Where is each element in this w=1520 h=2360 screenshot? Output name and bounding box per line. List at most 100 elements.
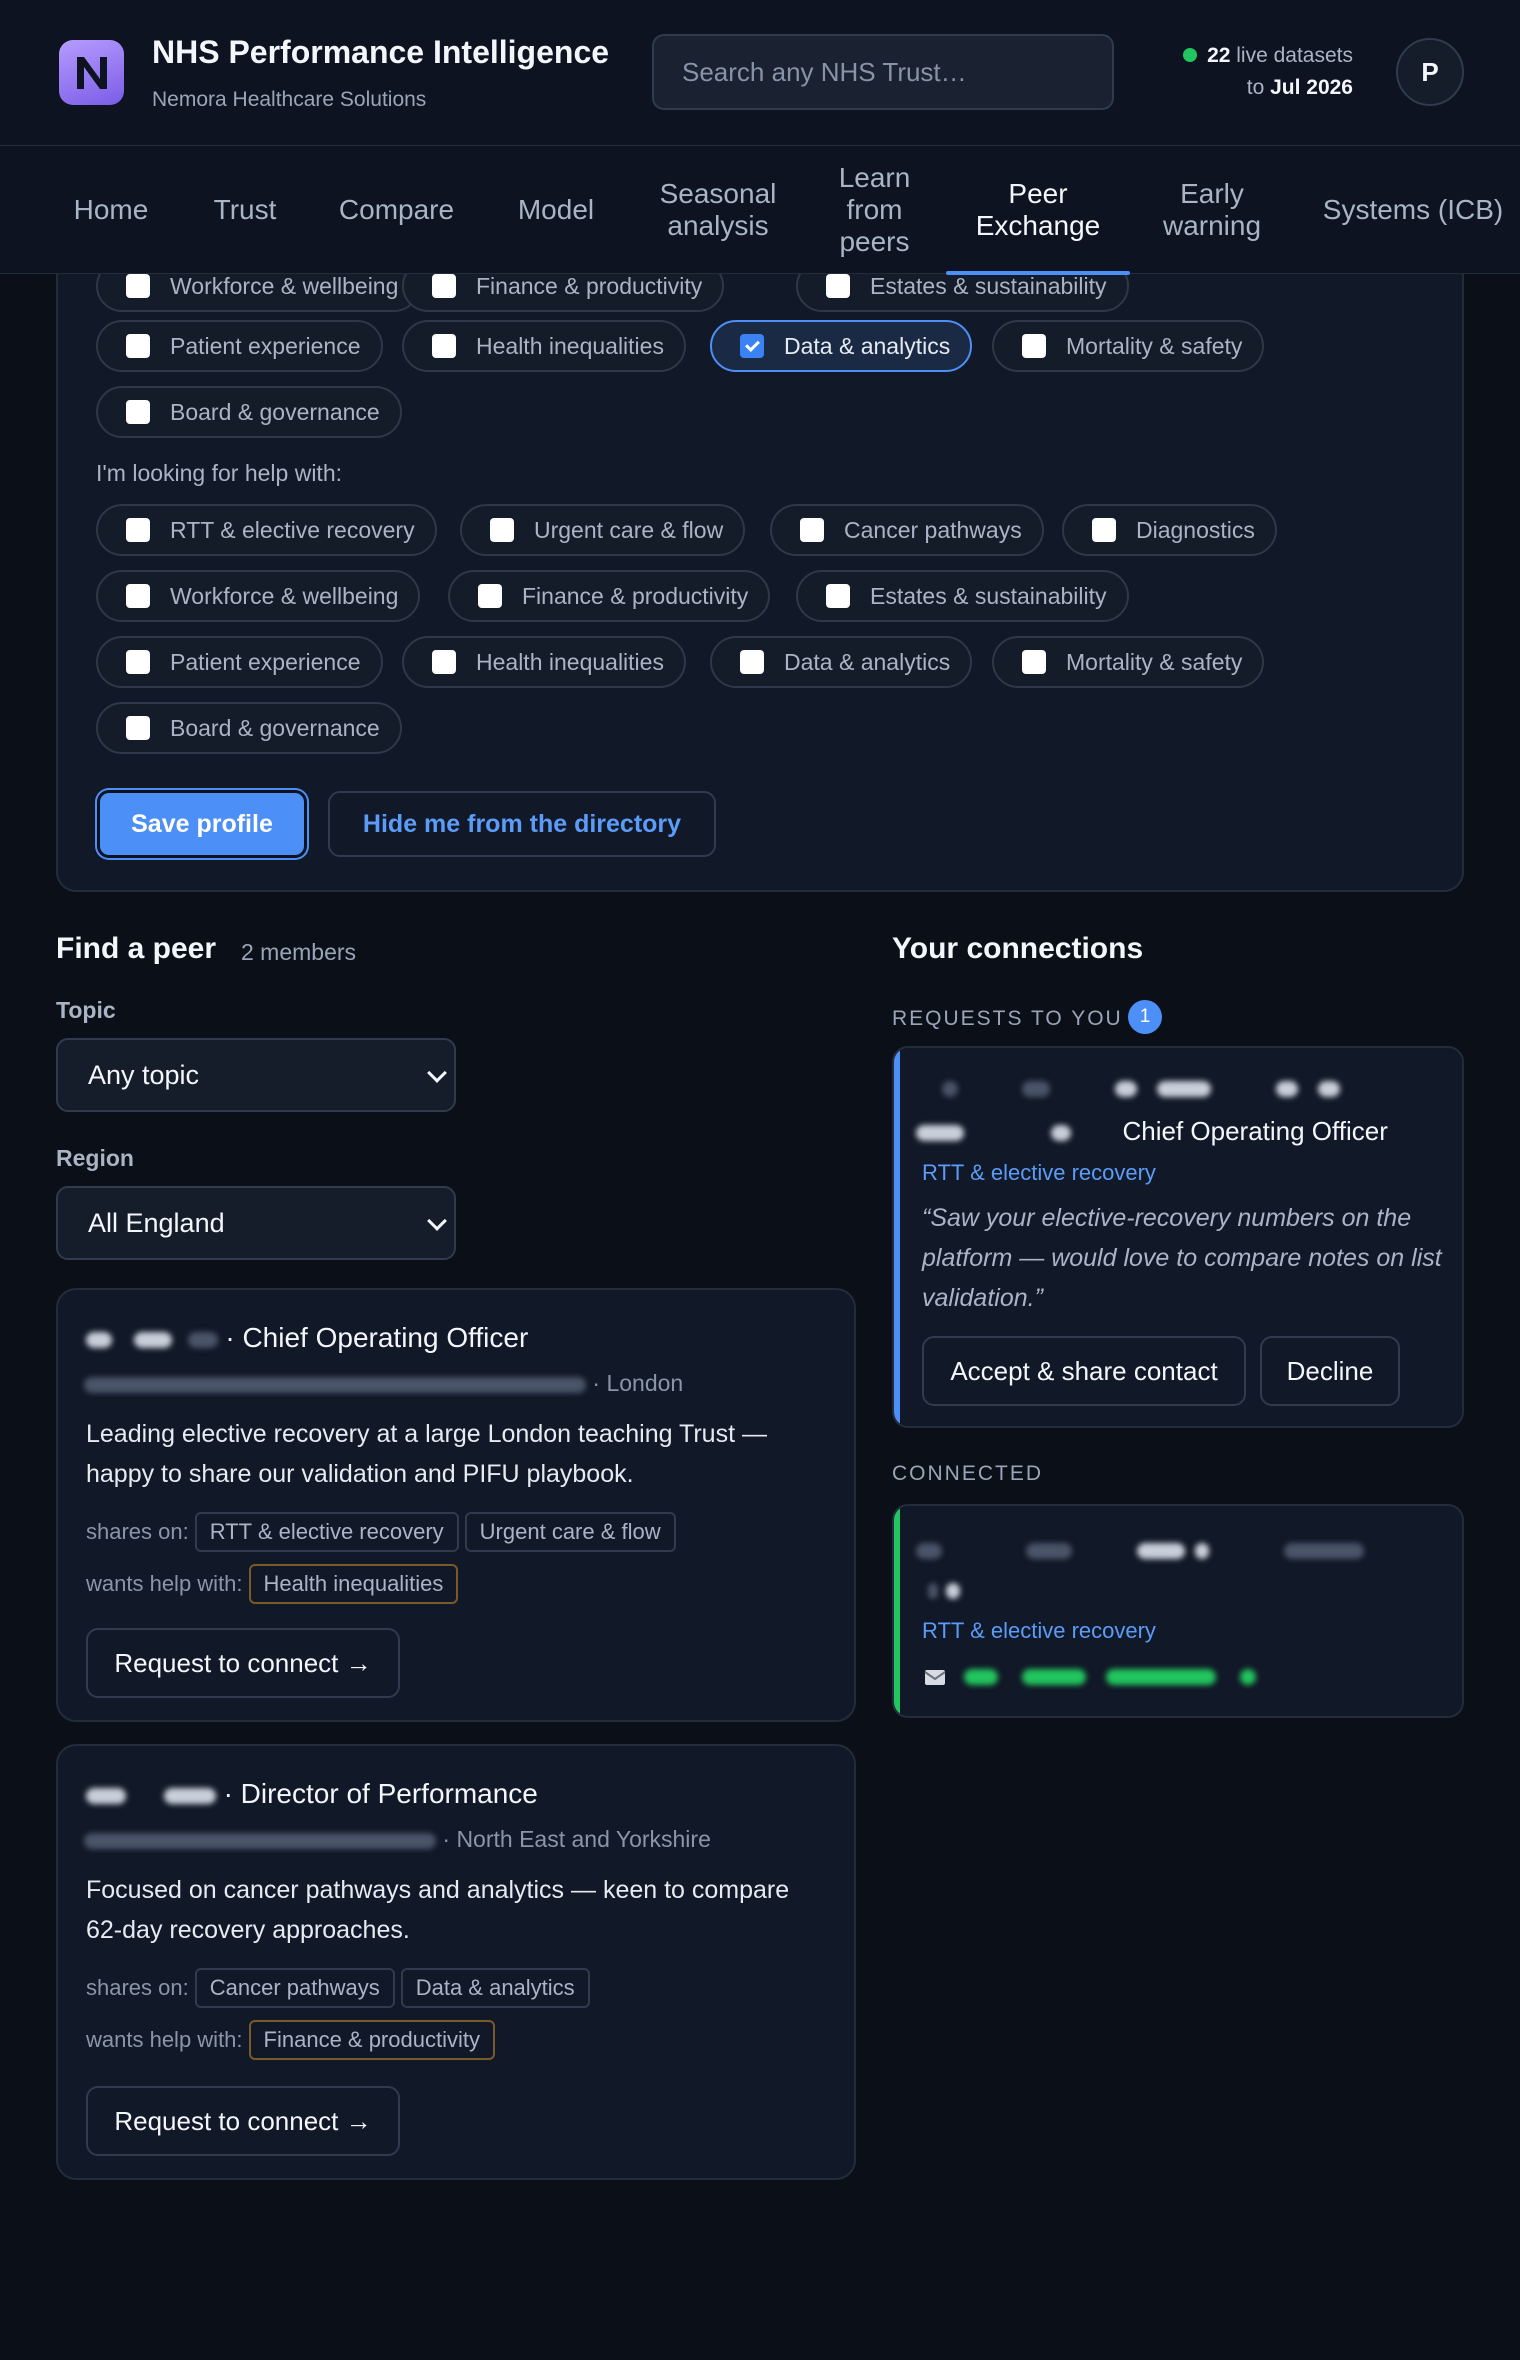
redacted-organisation [84, 1832, 436, 1849]
checkbox[interactable] [126, 274, 150, 298]
peer-profile-form: Workforce & wellbeing Finance & producti… [56, 200, 1464, 892]
checkbox[interactable] [126, 716, 150, 740]
region-filter-label: Region [56, 1145, 134, 1171]
help-topic-rtt-elective[interactable]: RTT & elective recovery [96, 504, 437, 556]
request-topic: RTT & elective recovery [922, 1160, 1156, 1185]
offer-topic-mortality-safety[interactable]: Mortality & safety [992, 320, 1265, 372]
share-tag: RTT & elective recovery [194, 1512, 459, 1552]
offer-topic-patient-experience[interactable]: Patient experience [96, 320, 383, 372]
share-tag: Cancer pathways [194, 1968, 395, 2008]
help-topic-workforce[interactable]: Workforce & wellbeing [96, 570, 421, 622]
region-filter-select[interactable]: All England [56, 1186, 456, 1260]
checkbox[interactable] [432, 274, 456, 298]
redacted-name [86, 1331, 112, 1348]
share-tag: Urgent care & flow [464, 1512, 676, 1552]
tab-seasonal-analysis[interactable]: Seasonal analysis [648, 146, 788, 274]
connection-request-card: Chief Operating Officer RTT & elective r… [892, 1046, 1464, 1428]
request-connect-button[interactable]: Request to connect → [86, 1628, 400, 1698]
user-avatar[interactable]: P [1396, 38, 1464, 106]
peer-card: · Director of Performance · North East a… [56, 1744, 856, 2180]
checkbox[interactable] [432, 334, 456, 358]
checkbox[interactable] [478, 584, 502, 608]
accept-share-contact-button[interactable]: Accept & share contact [922, 1336, 1246, 1406]
checkbox[interactable] [490, 518, 514, 542]
decline-button[interactable]: Decline [1260, 1336, 1400, 1406]
main-nav: Home Trust Compare Model Seasonal analys… [0, 146, 1520, 275]
envelope-icon [924, 1670, 946, 1685]
app-title: NHS Performance Intelligence [152, 34, 610, 70]
find-peer-title: Find a peer [56, 932, 217, 965]
checkbox[interactable] [126, 518, 150, 542]
share-tag: Data & analytics [400, 1968, 590, 2008]
live-datasets-status: 22 live datasets to Jul 2026 [1183, 40, 1353, 104]
tab-home[interactable]: Home [62, 146, 160, 274]
help-topic-patient-experience[interactable]: Patient experience [96, 636, 383, 688]
help-topic-finance[interactable]: Finance & productivity [448, 570, 771, 622]
help-topic-urgent-care[interactable]: Urgent care & flow [460, 504, 746, 556]
redacted-connection-org [928, 1582, 961, 1600]
app-logo[interactable] [59, 40, 124, 105]
peer-wants-row: wants help with: Health inequalities [86, 1564, 459, 1604]
tab-peer-exchange[interactable]: Peer Exchange [946, 146, 1130, 275]
checkbox[interactable] [1022, 650, 1046, 674]
connected-topic: RTT & elective recovery [922, 1618, 1156, 1643]
checkbox[interactable] [432, 650, 456, 674]
redacted-name [187, 1331, 218, 1348]
checkbox[interactable] [126, 400, 150, 424]
save-profile-button[interactable]: Save profile [97, 790, 307, 858]
topic-filter-select[interactable]: Any topic [56, 1038, 456, 1112]
checkbox[interactable] [126, 584, 150, 608]
peer-bio: Leading elective recovery at a large Lon… [86, 1420, 767, 1488]
peer-organisation: · London [84, 1370, 683, 1397]
request-connect-button[interactable]: Request to connect → [86, 2086, 400, 2156]
help-topic-health-inequalities[interactable]: Health inequalities [402, 636, 686, 688]
redacted-name [163, 1787, 216, 1804]
redacted-contact-email[interactable] [964, 1669, 998, 1685]
requester-role: Chief Operating Officer [916, 1116, 1388, 1147]
redacted-connection-name [916, 1542, 1364, 1560]
help-topics-label: I'm looking for help with: [96, 460, 343, 486]
want-tag: Finance & productivity [248, 2020, 495, 2060]
redacted-name [133, 1331, 172, 1348]
peer-organisation: · North East and Yorkshire [84, 1826, 711, 1853]
offer-topic-health-inequalities[interactable]: Health inequalities [402, 320, 686, 372]
tab-model[interactable]: Model [505, 146, 607, 274]
help-topic-diagnostics[interactable]: Diagnostics [1062, 504, 1277, 556]
checkbox[interactable] [126, 650, 150, 674]
topic-filter-label: Topic [56, 997, 116, 1023]
app-subtitle: Nemora Healthcare Solutions [152, 88, 427, 111]
peer-shares-row: shares on: RTT & elective recovery Urgen… [86, 1512, 676, 1552]
checkbox[interactable] [1092, 518, 1116, 542]
offer-topic-board-governance[interactable]: Board & governance [96, 386, 402, 438]
checkbox[interactable] [740, 650, 764, 674]
trust-search-input[interactable] [652, 34, 1114, 110]
offer-topic-data-analytics[interactable]: Data & analytics [710, 320, 973, 372]
help-topic-estates[interactable]: Estates & sustainability [796, 570, 1129, 622]
checkbox[interactable] [826, 274, 850, 298]
redacted-requester-name [942, 1080, 1341, 1098]
help-topic-cancer-pathways[interactable]: Cancer pathways [770, 504, 1044, 556]
requests-to-you-label: REQUESTS TO YOU [892, 1007, 1123, 1030]
checkbox[interactable] [826, 584, 850, 608]
checkbox[interactable] [800, 518, 824, 542]
tab-trust[interactable]: Trust [200, 146, 290, 274]
help-topic-data-analytics[interactable]: Data & analytics [710, 636, 973, 688]
member-count: 2 members [241, 939, 357, 965]
checkbox[interactable] [1022, 334, 1046, 358]
tab-systems-icb[interactable]: Systems (ICB) [1306, 146, 1520, 274]
help-topic-board-governance[interactable]: Board & governance [96, 702, 402, 754]
hide-from-directory-button[interactable]: Hide me from the directory [328, 791, 716, 857]
redacted-name [86, 1787, 126, 1804]
connected-accent-bar [894, 1506, 900, 1716]
help-topic-mortality-safety[interactable]: Mortality & safety [992, 636, 1265, 688]
tab-learn-from-peers[interactable]: Learn from peers [822, 146, 927, 274]
peer-wants-row: wants help with: Finance & productivity [86, 2020, 495, 2060]
checkbox[interactable] [126, 334, 150, 358]
requests-count-badge: 1 [1128, 1000, 1162, 1034]
connected-card: RTT & elective recovery [892, 1504, 1464, 1718]
tab-early-warning[interactable]: Early warning [1150, 146, 1274, 274]
connections-title: Your connections [892, 932, 1144, 965]
checkbox-checked[interactable] [740, 334, 764, 358]
tab-compare[interactable]: Compare [330, 146, 463, 274]
peer-bio: Focused on cancer pathways and analytics… [86, 1876, 790, 1944]
